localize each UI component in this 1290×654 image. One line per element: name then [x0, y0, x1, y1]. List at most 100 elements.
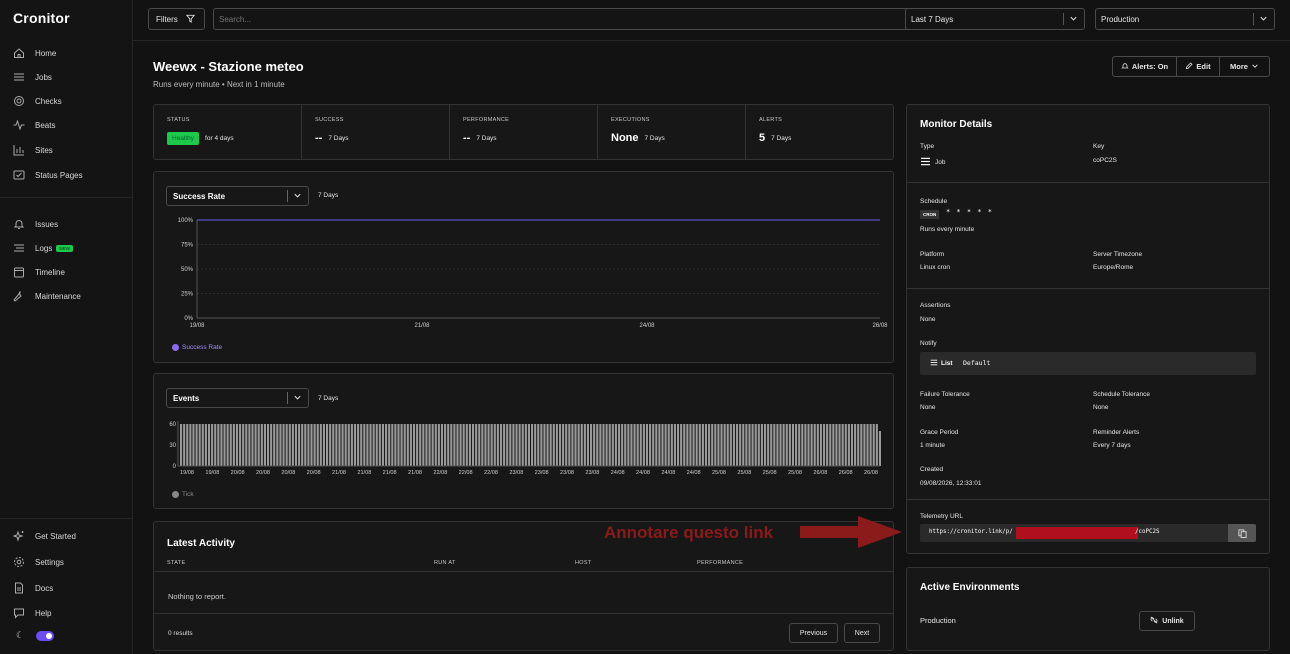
bar: [801, 424, 804, 466]
timezone-label: Server Timezone: [1093, 251, 1143, 258]
unlink-button[interactable]: Unlink: [1139, 611, 1195, 631]
x-tick-label: 23/08: [585, 470, 599, 476]
bar: [291, 424, 294, 466]
sidebar-item-label: Maintenance: [35, 291, 81, 301]
sidebar-item-sites[interactable]: Sites: [0, 140, 132, 160]
dark-mode-toggle[interactable]: [36, 631, 54, 641]
bar: [708, 424, 711, 466]
bar: [416, 424, 419, 466]
alerts-button[interactable]: Alerts: On: [1113, 57, 1177, 76]
column-header-host[interactable]: HOST: [575, 560, 591, 566]
more-button[interactable]: More: [1220, 57, 1269, 76]
bar: [388, 424, 391, 466]
bar: [568, 424, 571, 466]
bar: [739, 424, 742, 466]
column-header-state[interactable]: STATE: [167, 560, 185, 566]
bar: [366, 424, 369, 466]
x-tick-label: 26/08: [864, 470, 878, 476]
bar: [400, 424, 403, 466]
y-tick-label: 100%: [178, 218, 194, 224]
edit-button-label: Edit: [1196, 62, 1211, 71]
previous-button[interactable]: Previous: [789, 623, 838, 643]
bar: [844, 424, 847, 466]
stat-performance: PERFORMANCE -- 7 Days: [450, 105, 598, 159]
bar: [329, 424, 332, 466]
bar: [294, 424, 298, 466]
bar: [664, 424, 667, 466]
bar: [220, 424, 223, 466]
filters-button[interactable]: Filters: [148, 8, 205, 30]
bar: [484, 424, 487, 466]
sidebar-item-settings[interactable]: Settings: [0, 552, 132, 572]
bar: [335, 424, 338, 466]
bar: [875, 424, 878, 466]
bar: [583, 424, 586, 466]
sidebar-item-label: Get Started: [35, 531, 76, 541]
bar: [298, 424, 301, 466]
active-environments-panel: [906, 567, 1270, 651]
notify-list-label: List: [941, 360, 953, 367]
environment-select[interactable]: Production: [1095, 8, 1275, 30]
sidebar-item-jobs[interactable]: Jobs: [0, 67, 132, 87]
bar: [378, 424, 381, 466]
bar: [860, 424, 863, 466]
sidebar-item-timeline[interactable]: Timeline: [0, 262, 132, 282]
bar: [549, 424, 552, 466]
sidebar-item-get-started[interactable]: Get Started: [0, 526, 132, 546]
column-header-performance[interactable]: PERFORMANCE: [697, 560, 743, 566]
bar: [555, 424, 558, 466]
bar: [403, 424, 406, 466]
bar: [310, 424, 313, 466]
bar: [776, 424, 779, 466]
bar: [701, 424, 704, 466]
chart-legend[interactable]: Success Rate: [172, 344, 222, 351]
bar: [273, 424, 276, 466]
activity-title: Latest Activity: [167, 538, 235, 549]
divider: [906, 182, 1270, 183]
created-value: 09/08/2026, 12:33:01: [920, 480, 982, 487]
bar: [760, 424, 763, 466]
bar: [866, 424, 869, 466]
edit-button[interactable]: Edit: [1177, 57, 1220, 76]
chart-legend[interactable]: Tick: [172, 491, 194, 498]
topbar: Filters Last 7 Days Production: [133, 0, 1290, 41]
sparkle-icon: [12, 529, 26, 543]
stat-period: 7 Days: [476, 134, 497, 142]
sidebar-item-help[interactable]: Help: [0, 603, 132, 623]
search-input[interactable]: [219, 14, 859, 24]
copy-icon[interactable]: [1228, 524, 1256, 542]
bar: [633, 424, 636, 466]
sidebar-divider: [0, 518, 132, 519]
bar: [478, 424, 481, 466]
sidebar-item-status-pages[interactable]: Status Pages: [0, 165, 132, 185]
sidebar-item-issues[interactable]: Issues: [0, 214, 132, 234]
date-range-select[interactable]: Last 7 Days: [905, 8, 1085, 30]
x-tick-label: 22/08: [433, 470, 447, 476]
sidebar-item-checks[interactable]: Checks: [0, 91, 132, 111]
bar: [854, 424, 857, 466]
cron-expression: * * * * *: [946, 208, 993, 216]
bar: [711, 424, 714, 466]
bar: [829, 424, 832, 466]
next-button[interactable]: Next: [844, 623, 880, 643]
logo[interactable]: Cronitor: [13, 10, 70, 26]
y-tick-label: 30: [169, 443, 176, 449]
results-count: 0 results: [168, 630, 193, 637]
sidebar-item-maintenance[interactable]: Maintenance: [0, 286, 132, 306]
sidebar-item-logs[interactable]: Logs NEW: [0, 238, 132, 258]
x-tick-label: 21/08: [383, 470, 397, 476]
bar: [602, 424, 605, 466]
sidebar-item-home[interactable]: Home: [0, 43, 132, 63]
bar: [459, 424, 462, 466]
page-subtitle: Runs every minute • Next in 1 minute: [153, 80, 285, 89]
telemetry-url-field[interactable]: https://cronitor.link/p/ /coPC2S: [920, 524, 1256, 542]
legend-label: Success Rate: [182, 344, 223, 351]
bar: [624, 424, 627, 466]
bar: [447, 424, 450, 466]
column-header-run-at[interactable]: RUN AT: [434, 560, 456, 566]
x-tick-label: 20/08: [281, 470, 295, 476]
sidebar-item-beats[interactable]: Beats: [0, 115, 132, 135]
divider: [906, 499, 1270, 500]
x-tick-label: 21/08: [414, 323, 430, 329]
sidebar-item-docs[interactable]: Docs: [0, 578, 132, 598]
